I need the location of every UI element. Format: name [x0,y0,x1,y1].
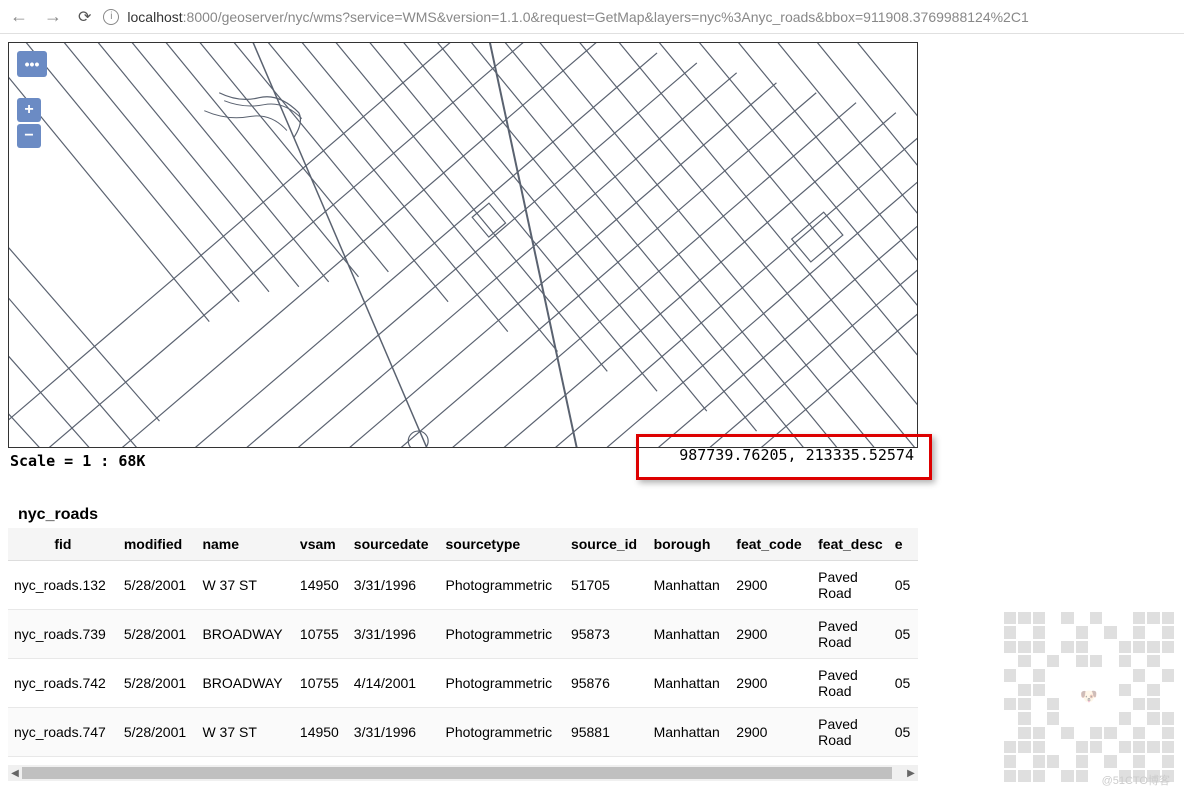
table-cell: Paved Road [812,610,889,659]
table-cell: 51705 [565,561,648,610]
table-cell: nyc_roads.739 [8,610,118,659]
table-header-cell[interactable]: name [196,528,293,561]
coordinates-readout: 987739.76205, 213335.52574 [665,440,928,470]
table-cell: Paved Road [812,561,889,610]
address-bar[interactable]: i localhost:8000/geoserver/nyc/wms?servi… [103,9,1174,25]
table-cell: BROADWAY [196,659,293,708]
table-cell: 10755 [294,610,348,659]
table-header-cell[interactable]: modified [118,528,197,561]
map-menu-button[interactable]: ••• [17,51,47,77]
watermark-text: @51CTO博客 [1102,772,1170,788]
url-text: localhost:8000/geoserver/nyc/wms?service… [127,9,1028,25]
qr-watermark: 🐶 [1004,612,1174,782]
table-cell: Manhattan [648,561,731,610]
table-header-cell[interactable]: source_id [565,528,648,561]
table-cell: Paved Road [812,659,889,708]
table-cell: 4/14/2001 [348,659,440,708]
scroll-left-icon[interactable]: ◀ [8,765,22,781]
table-cell: 2900 [730,659,812,708]
feature-table: fidmodifiednamevsamsourcedatesourcetypes… [8,528,918,757]
table-header-row: fidmodifiednamevsamsourcedatesourcetypes… [8,528,918,561]
zoom-in-button[interactable]: + [17,98,41,122]
table-cell: Manhattan [648,659,731,708]
qr-center-logo: 🐶 [1061,669,1116,724]
info-icon[interactable]: i [103,9,119,25]
browser-toolbar: ← → ⟳ i localhost:8000/geoserver/nyc/wms… [0,0,1184,34]
url-path: :8000/geoserver/nyc/wms?service=WMS&vers… [183,9,1029,25]
table-row[interactable]: nyc_roads.7395/28/2001BROADWAY107553/31/… [8,610,918,659]
table-row[interactable]: nyc_roads.1325/28/2001W 37 ST149503/31/1… [8,561,918,610]
table-cell: W 37 ST [196,561,293,610]
table-cell: 5/28/2001 [118,561,197,610]
table-cell: 05 [889,561,918,610]
table-cell: 95876 [565,659,648,708]
table-cell: 95881 [565,708,648,757]
scale-label: Scale = 1 : 68K [10,452,145,470]
table-cell: 05 [889,659,918,708]
table-cell: 2900 [730,561,812,610]
zoom-controls: + − [17,98,41,148]
scrollbar-thumb[interactable] [22,767,892,779]
table-cell: 14950 [294,561,348,610]
table-cell: Manhattan [648,610,731,659]
url-host: localhost [127,9,182,25]
forward-icon[interactable]: → [44,6,62,27]
table-cell: 5/28/2001 [118,610,197,659]
table-header-cell[interactable]: feat_desc [812,528,889,561]
scroll-right-icon[interactable]: ▶ [904,765,918,781]
table-cell: Paved Road [812,708,889,757]
table-cell: Photogrammetric [440,561,565,610]
table-header-cell[interactable]: e [889,528,918,561]
table-header-cell[interactable]: sourcedate [348,528,440,561]
table-cell: 10755 [294,659,348,708]
table-cell: 2900 [730,610,812,659]
table-cell: 2900 [730,708,812,757]
table-cell: nyc_roads.747 [8,708,118,757]
table-row[interactable]: nyc_roads.7425/28/2001BROADWAY107554/14/… [8,659,918,708]
table-header-cell[interactable]: borough [648,528,731,561]
map-roads-svg [9,43,917,447]
table-cell: BROADWAY [196,610,293,659]
back-icon[interactable]: ← [10,6,28,27]
table-cell: 05 [889,610,918,659]
table-header-cell[interactable]: sourcetype [440,528,565,561]
table-cell: W 37 ST [196,708,293,757]
table-cell: nyc_roads.132 [8,561,118,610]
table-cell: 5/28/2001 [118,708,197,757]
table-header-cell[interactable]: fid [8,528,118,561]
table-cell: 05 [889,708,918,757]
map-viewport[interactable]: ••• + − [8,42,918,448]
nav-controls: ← → ⟳ [10,6,91,27]
table-row[interactable]: nyc_roads.7475/28/2001W 37 ST149503/31/1… [8,708,918,757]
table-cell: 5/28/2001 [118,659,197,708]
table-header-cell[interactable]: vsam [294,528,348,561]
table-cell: nyc_roads.742 [8,659,118,708]
zoom-out-button[interactable]: − [17,124,41,148]
table-cell: Photogrammetric [440,659,565,708]
feature-table-section: nyc_roads fidmodifiednamevsamsourcedates… [8,502,918,757]
table-cell: 14950 [294,708,348,757]
table-title: nyc_roads [8,502,918,528]
table-cell: 3/31/1996 [348,561,440,610]
ellipsis-icon: ••• [25,56,40,72]
table-cell: Photogrammetric [440,610,565,659]
table-cell: 95873 [565,610,648,659]
table-header-cell[interactable]: feat_code [730,528,812,561]
map-footer: Scale = 1 : 68K 987739.76205, 213335.525… [8,448,918,474]
table-cell: 3/31/1996 [348,708,440,757]
table-cell: Photogrammetric [440,708,565,757]
table-cell: Manhattan [648,708,731,757]
table-cell: 3/31/1996 [348,610,440,659]
refresh-icon[interactable]: ⟳ [78,7,91,27]
horizontal-scrollbar[interactable]: ◀ ▶ [8,765,918,781]
